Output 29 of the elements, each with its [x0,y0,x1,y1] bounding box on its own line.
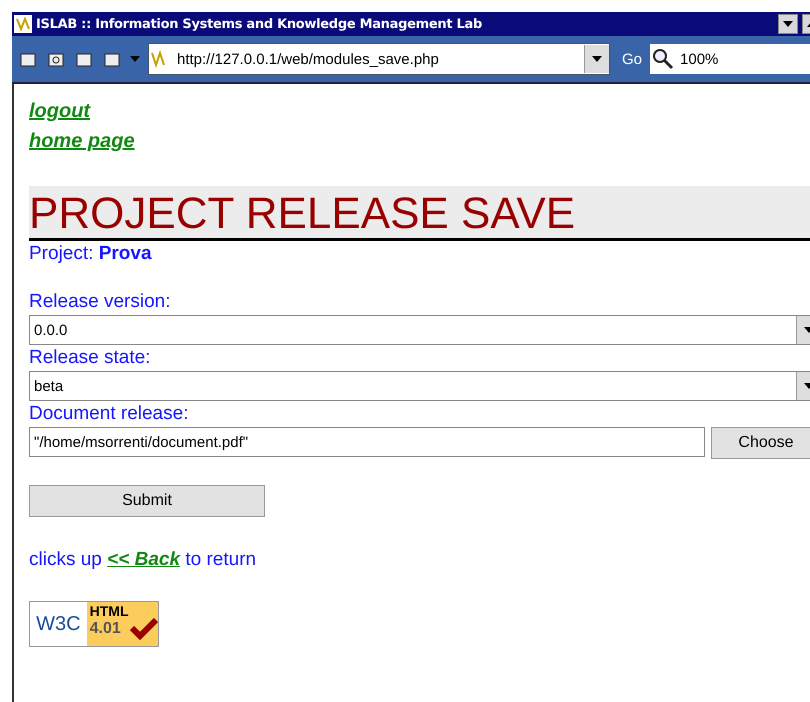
minimize-button[interactable] [778,14,798,34]
dropdown-button[interactable] [584,45,609,73]
app-icon [14,15,32,33]
file-field[interactable]: "/home/msorrenti/document.pdf" [29,427,705,457]
nav-link[interactable]: home page [29,126,135,156]
nav-link[interactable]: logout [29,96,90,126]
caret-icon [130,56,140,62]
project-label: Project: Prova [29,242,153,266]
field-label: Document release: [29,402,190,426]
version-text: 4.01 [90,620,121,638]
page-heading: PROJECT RELEASE SAVE [29,186,810,241]
html-text: HTML [90,602,130,620]
window-title: ISLAB :: Information Systems and Knowledge Management Lab [36,16,483,32]
choose-button[interactable]: Choose [711,427,810,459]
select-field[interactable]: beta [29,371,810,401]
go-button[interactable]: Go [622,50,642,68]
field-label: Release state: [29,346,152,370]
back-link[interactable]: << Back [107,549,180,570]
checkmark-icon [130,618,158,640]
caret-icon [592,56,602,62]
caret-icon [783,21,793,27]
magnifier-icon [652,48,674,70]
zoom-field[interactable]: 100% [650,44,810,74]
select-field[interactable]: 0.0.0 [29,315,810,345]
url-text: http://127.0.0.1/web/modules_save.php [177,50,440,68]
back-text: clicks up << Back to return [29,548,258,572]
address-bar[interactable]: http://127.0.0.1/web/modules_save.php [148,43,610,75]
submit-button[interactable]: Submit [29,485,265,517]
field-label: Release version: [29,290,172,314]
